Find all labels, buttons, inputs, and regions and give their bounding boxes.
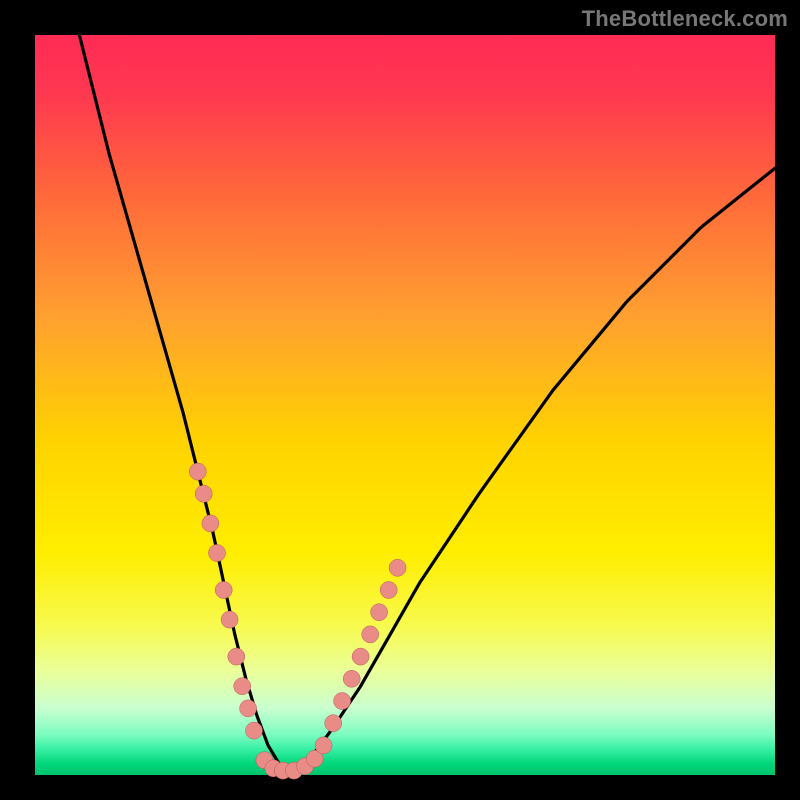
watermark-text: TheBottleneck.com	[582, 6, 788, 32]
data-point	[325, 715, 342, 732]
data-point	[209, 545, 226, 562]
data-point	[334, 693, 351, 710]
data-point	[215, 582, 232, 599]
bottleneck-curve	[79, 35, 775, 771]
chart-stage: TheBottleneck.com	[0, 0, 800, 800]
data-point	[221, 611, 238, 628]
data-point	[352, 648, 369, 665]
data-point	[389, 559, 406, 576]
data-point	[362, 626, 379, 643]
data-point	[315, 737, 332, 754]
data-point	[202, 515, 219, 532]
data-point	[195, 485, 212, 502]
data-point	[228, 648, 245, 665]
data-point	[246, 722, 263, 739]
data-point	[234, 678, 251, 695]
data-point	[371, 604, 388, 621]
chart-overlay	[0, 0, 800, 800]
data-point	[240, 700, 257, 717]
data-point	[343, 670, 360, 687]
data-point	[189, 463, 206, 480]
data-point	[380, 582, 397, 599]
